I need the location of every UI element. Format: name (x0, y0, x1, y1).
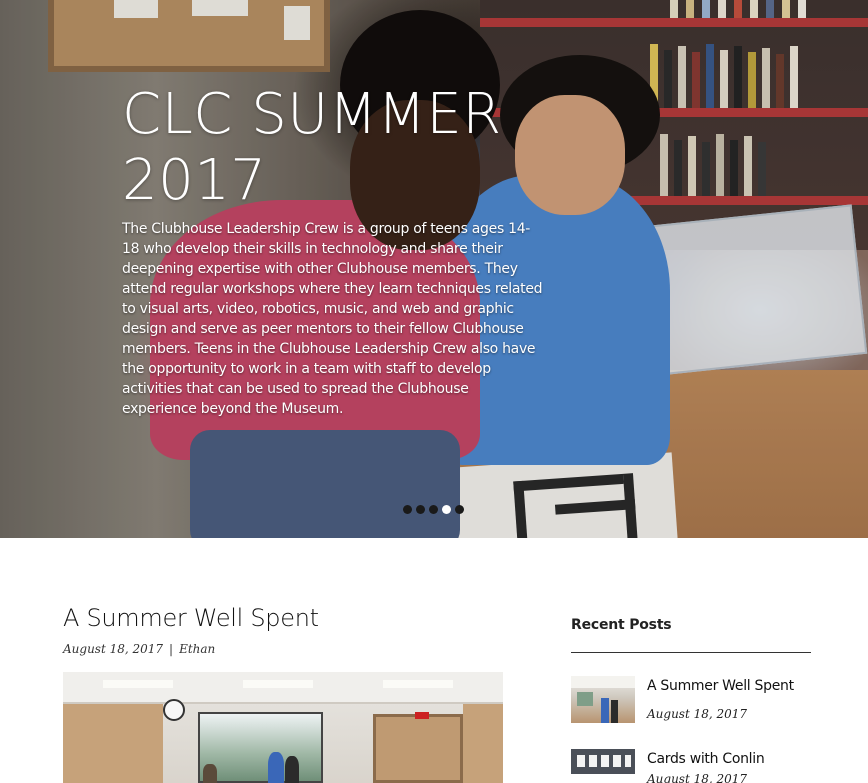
clock-icon (163, 699, 185, 721)
slide-dot-3[interactable] (429, 505, 438, 514)
recent-post-thumbnail[interactable] (571, 676, 635, 723)
recent-post-date: August 18, 2017 (647, 772, 748, 783)
post-title[interactable]: A Summer Well Spent (63, 604, 319, 632)
hero-title: CLC SUMMER 2017 (122, 82, 502, 213)
recent-post-item[interactable]: Cards with Conlin August 18, 2017 (571, 749, 811, 783)
recent-post-item[interactable]: A Summer Well Spent August 18, 2017 (571, 676, 811, 736)
post-author[interactable]: Ethan (179, 642, 215, 656)
recent-posts-divider (571, 652, 811, 653)
post-image[interactable] (63, 672, 503, 783)
recent-posts-heading: Recent Posts (571, 617, 672, 633)
recent-post-title[interactable]: Cards with Conlin (647, 751, 765, 767)
post-date: August 18, 2017 (63, 642, 164, 656)
recent-post-title[interactable]: A Summer Well Spent (647, 678, 794, 694)
slideshow-dots (403, 505, 464, 514)
post-meta: August 18, 2017 | Ethan (63, 642, 215, 656)
recent-post-date: August 18, 2017 (647, 707, 748, 721)
slide-dot-4[interactable] (442, 505, 451, 514)
recent-post-thumbnail[interactable] (571, 749, 635, 774)
slide-dot-2[interactable] (416, 505, 425, 514)
post-meta-separator: | (169, 642, 174, 656)
hero-description: The Clubhouse Leadership Crew is a group… (122, 221, 543, 417)
hero-slideshow: CLC SUMMER 2017 The Clubhouse Leadership… (0, 0, 868, 538)
slide-dot-1[interactable] (403, 505, 412, 514)
slide-dot-5[interactable] (455, 505, 464, 514)
